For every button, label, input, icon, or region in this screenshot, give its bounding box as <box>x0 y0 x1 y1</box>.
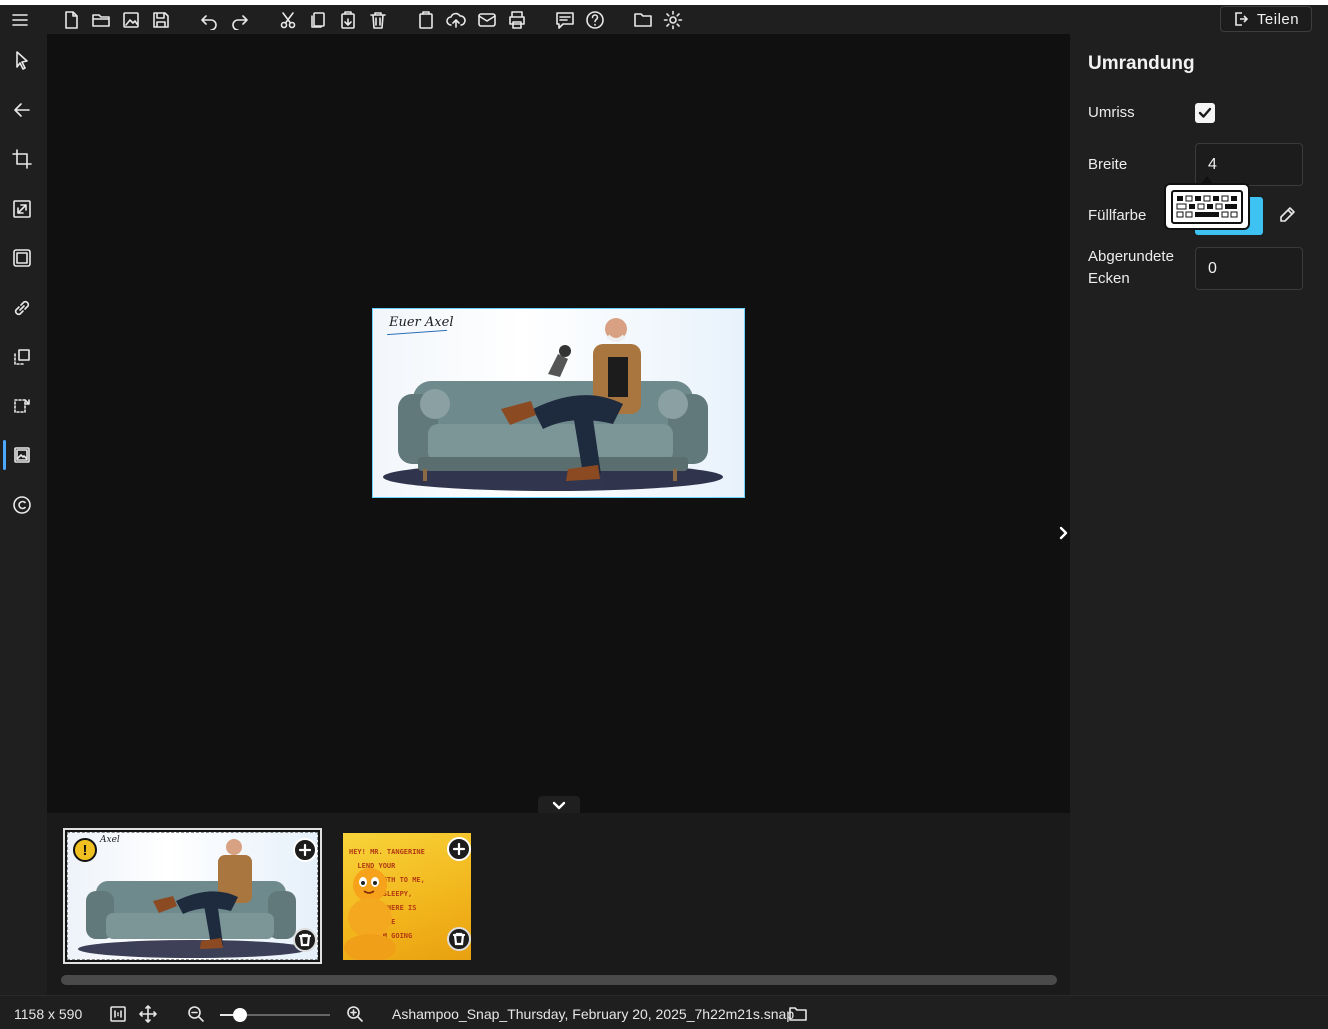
border-frame-icon[interactable] <box>9 245 35 271</box>
warning-badge[interactable]: ! <box>73 838 97 862</box>
share-label: Teilen <box>1256 10 1300 28</box>
image-dimensions: 1158 x 590 <box>14 1006 83 1022</box>
thumbnail-tangerine[interactable]: HEY! MR. TANGERINE LEND YOUR STRENGTH TO… <box>343 833 471 960</box>
copyright-icon[interactable] <box>9 492 35 518</box>
settings-icon[interactable] <box>661 8 685 32</box>
filmstrip-scrollbar[interactable] <box>61 975 1057 985</box>
checkmark-icon <box>1198 107 1212 118</box>
image-icon[interactable] <box>9 442 35 468</box>
zoom-out-icon[interactable] <box>186 1004 206 1024</box>
transform-icon[interactable] <box>9 393 35 419</box>
fit-to-window-icon[interactable] <box>138 1004 158 1024</box>
properties-panel: Umrandung Umriss Breite Füllfarbe Abgeru… <box>1070 34 1328 995</box>
fill-color-label: Füllfarbe <box>1088 207 1147 224</box>
menu-icon[interactable] <box>8 8 32 32</box>
rounded-corners-label: Abgerundete Ecken <box>1088 246 1174 290</box>
print-icon[interactable] <box>505 8 529 32</box>
open-folder-location-icon[interactable] <box>788 1004 808 1024</box>
paste-icon[interactable] <box>336 8 360 32</box>
zoom-slider-handle[interactable] <box>232 1008 247 1022</box>
rounded-corners-input[interactable] <box>1195 247 1303 290</box>
add-to-canvas-button-2[interactable] <box>447 837 471 861</box>
save-icon[interactable] <box>149 8 173 32</box>
pointer-icon[interactable] <box>9 47 35 73</box>
folder-icon[interactable] <box>631 8 655 32</box>
clipboard-icon[interactable] <box>414 8 438 32</box>
redo-icon[interactable] <box>228 8 252 32</box>
thumbnail-sofa-photo <box>78 839 308 958</box>
share-icon <box>1235 12 1249 26</box>
arrow-left-icon[interactable] <box>9 97 35 123</box>
open-folder-icon[interactable] <box>89 8 113 32</box>
chevron-right-icon <box>1059 526 1068 540</box>
email-icon[interactable] <box>475 8 499 32</box>
share-button[interactable]: Teilen <box>1220 6 1312 32</box>
active-tool-indicator <box>3 440 6 470</box>
crop-icon[interactable] <box>9 146 35 172</box>
rounded-corners-label-line1: Abgerundete <box>1088 248 1174 265</box>
trash-icon <box>452 932 466 946</box>
thumbnail-selected[interactable]: Axel ! <box>63 828 322 964</box>
panel-title: Umrandung <box>1088 53 1195 74</box>
add-to-canvas-button[interactable] <box>293 838 317 862</box>
chevron-down-icon <box>552 801 566 810</box>
upload-cloud-icon[interactable] <box>444 8 468 32</box>
actual-size-icon[interactable] <box>108 1004 128 1024</box>
status-bar: 1158 x 590 Ashampoo_Snap_Thursday, Febru… <box>0 995 1328 1029</box>
top-toolbar: Teilen <box>0 0 1328 34</box>
delete-thumbnail-button[interactable] <box>293 928 317 952</box>
copy-icon[interactable] <box>306 8 330 32</box>
width-label: Breite <box>1088 156 1128 173</box>
zoom-slider[interactable] <box>220 1008 330 1022</box>
outline-checkbox[interactable] <box>1195 103 1215 123</box>
link-icon[interactable] <box>9 295 35 321</box>
resize-icon[interactable] <box>9 196 35 222</box>
thumbnail-image: Axel <box>67 832 318 960</box>
sofa-photo <box>383 318 723 491</box>
feedback-icon[interactable] <box>553 8 577 32</box>
delete-icon[interactable] <box>366 8 390 32</box>
collapse-filmstrip-button[interactable] <box>538 796 580 814</box>
filmstrip: Axel ! HEY! MR. TANGERINE LEND YOUR STRE… <box>47 813 1070 995</box>
eyedropper-icon[interactable] <box>1276 204 1298 226</box>
editor-canvas[interactable]: Euer Axel <box>47 34 1070 814</box>
cut-icon[interactable] <box>276 8 300 32</box>
tool-sidebar <box>0 34 47 995</box>
select-region-icon[interactable] <box>9 344 35 370</box>
new-file-icon[interactable] <box>59 8 83 32</box>
delete-thumbnail-button-2[interactable] <box>447 927 471 951</box>
plus-icon <box>452 842 466 856</box>
file-name: Ashampoo_Snap_Thursday, February 20, 202… <box>392 1006 795 1022</box>
outline-label: Umriss <box>1088 104 1135 121</box>
zoom-in-icon[interactable] <box>345 1004 365 1024</box>
rounded-corners-label-line2: Ecken <box>1088 270 1130 287</box>
edit-image-icon[interactable] <box>119 8 143 32</box>
undo-icon[interactable] <box>197 8 221 32</box>
screenshot-image[interactable]: Euer Axel <box>372 308 745 498</box>
help-icon[interactable] <box>583 8 607 32</box>
trash-icon <box>298 933 312 947</box>
keyboard-icon <box>1171 189 1243 224</box>
tangerine-lyrics: HEY! MR. TANGERINE LEND YOUR STRENGTH TO… <box>349 848 425 940</box>
touch-keyboard-popup[interactable] <box>1164 176 1250 230</box>
plus-icon <box>298 843 312 857</box>
